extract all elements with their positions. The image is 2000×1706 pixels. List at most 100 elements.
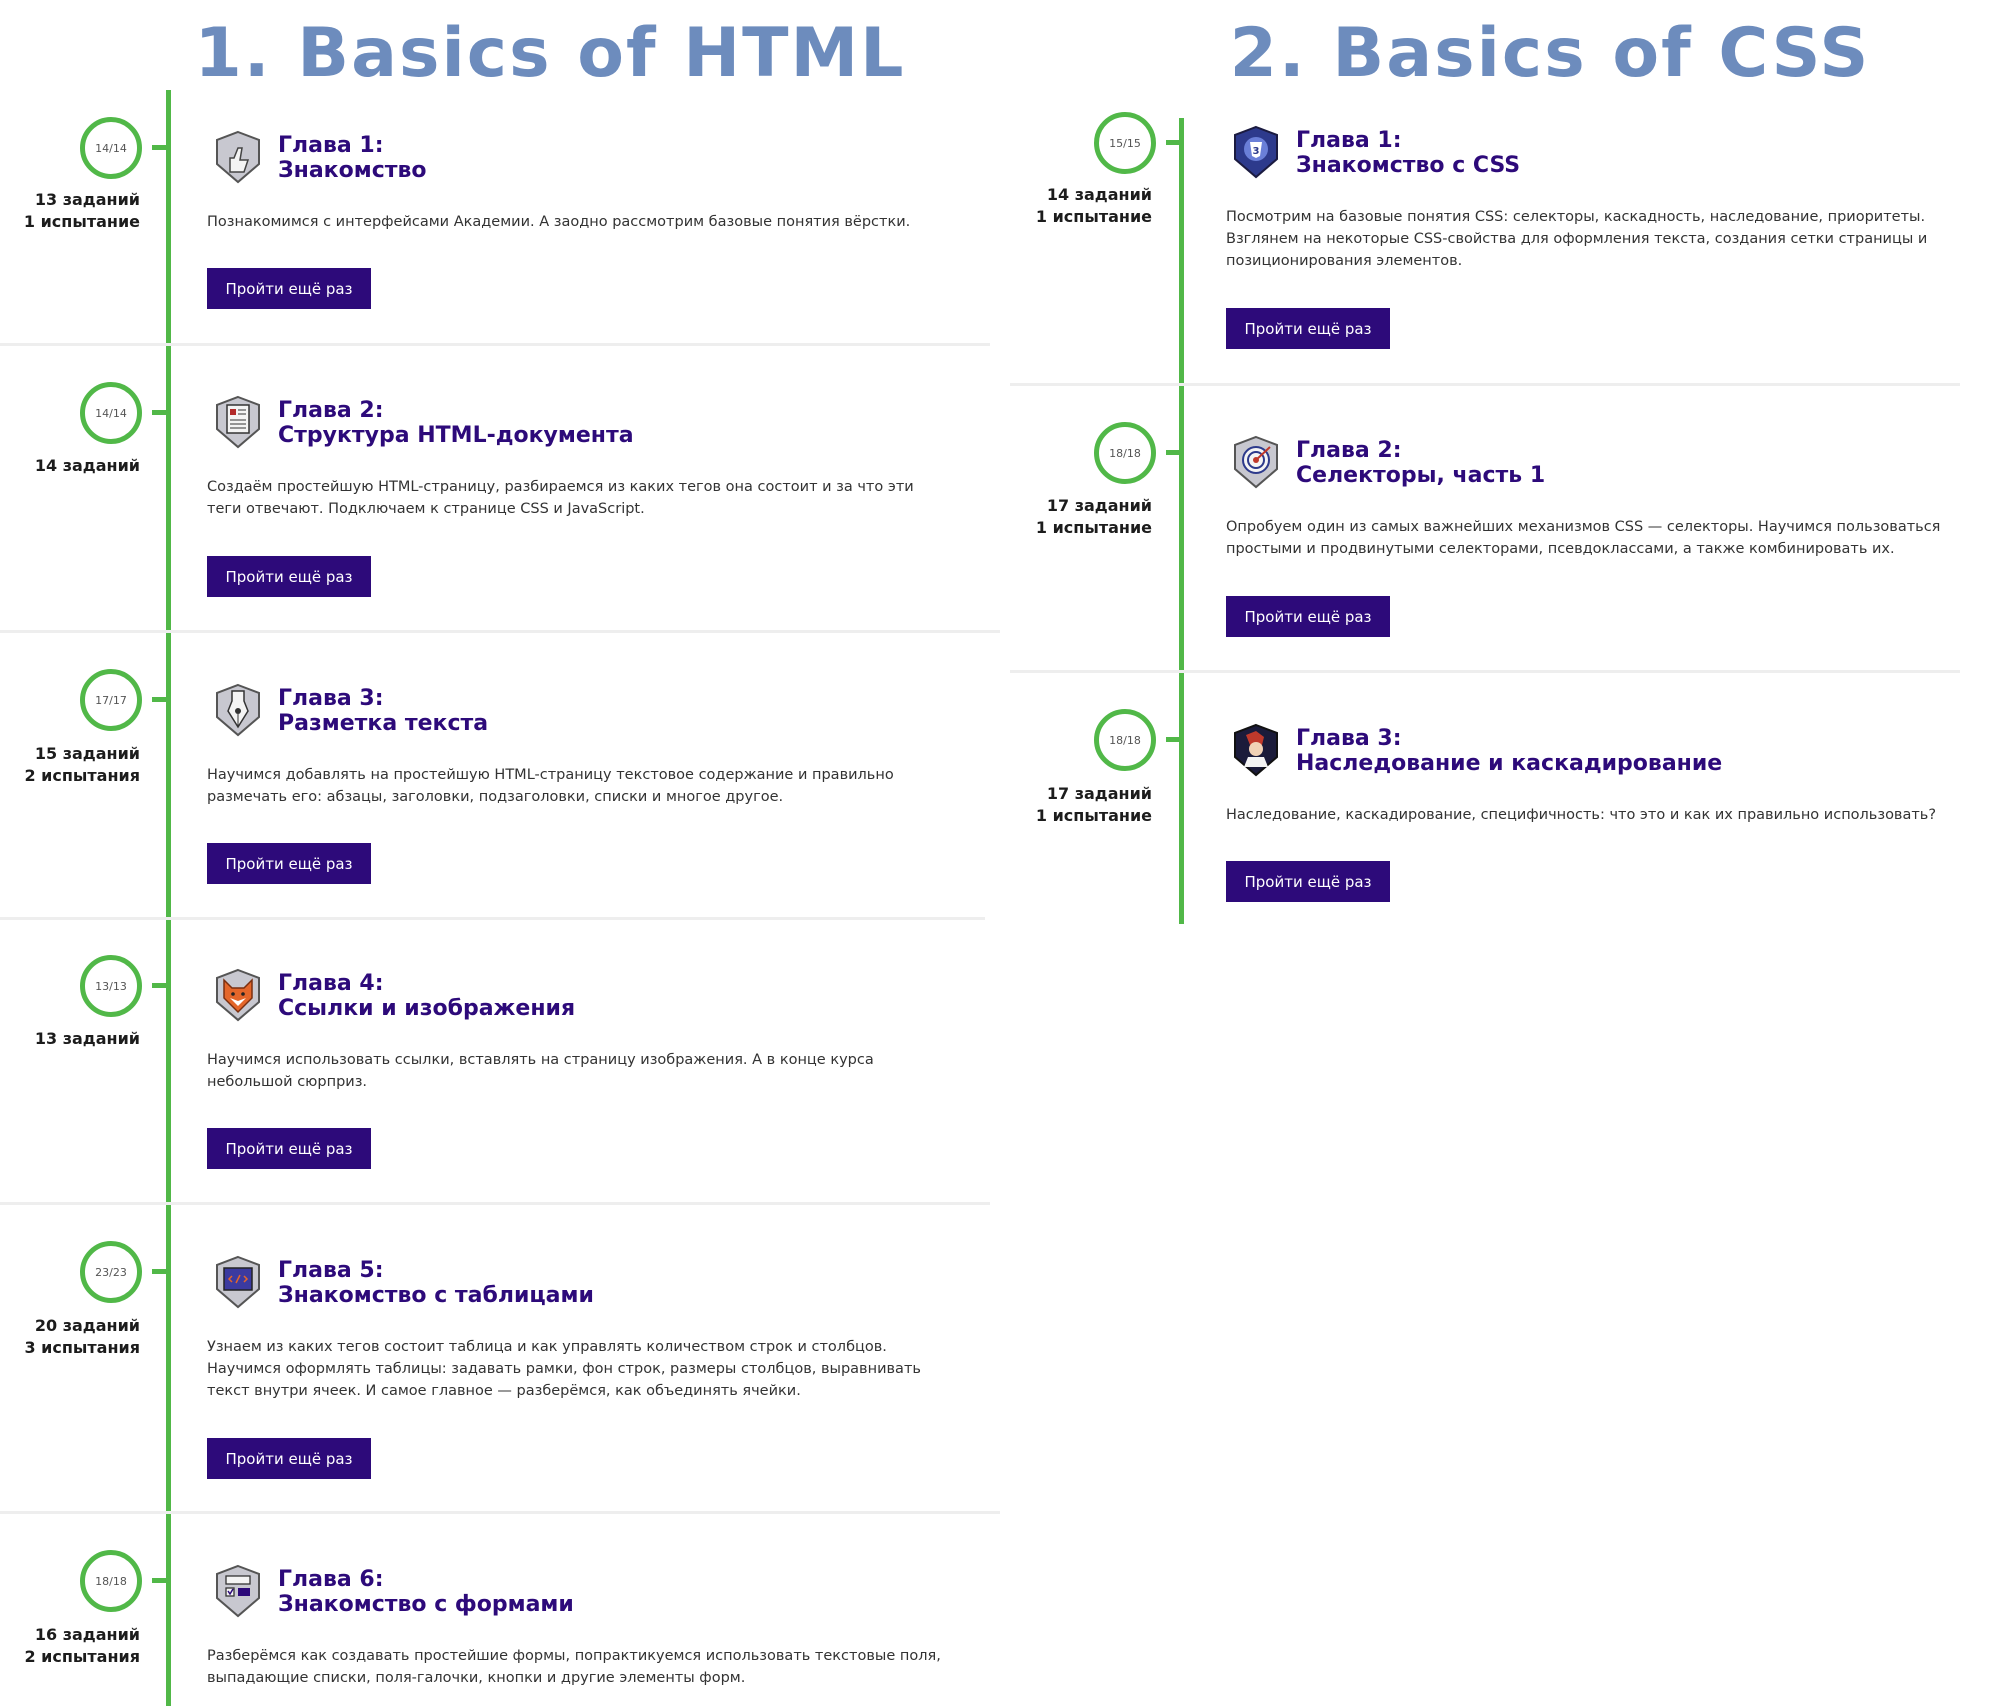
chapter-stats: 17 заданий 1 испытание	[1012, 783, 1152, 827]
trials-count: 1 испытание	[23, 212, 140, 231]
timeline-connector	[1166, 737, 1182, 742]
document-icon	[216, 395, 260, 449]
retake-chapter-button[interactable]: Пройти ещё раз	[207, 1128, 371, 1169]
chapter-description: Разберёмся как создавать простейшие форм…	[207, 1648, 941, 1686]
chapter-name: Наследование и каскадирование	[1296, 751, 1723, 776]
chapter-name: Разметка текста	[278, 711, 489, 736]
chapter-label: Глава 2:	[278, 398, 384, 423]
chapter-stats: 14 заданий 1 испытание	[1012, 184, 1152, 228]
chapter-name: Знакомство	[278, 158, 427, 183]
chapter-label: Глава 4:	[278, 971, 384, 996]
tasks-count: 20 заданий	[34, 1316, 140, 1335]
chapter-label: Глава 1:	[1296, 128, 1402, 153]
chapter-stats: 13 заданий	[0, 1028, 140, 1050]
timeline-connector	[1166, 450, 1182, 455]
timeline-connector	[152, 983, 168, 988]
css3-icon: 3	[1234, 125, 1278, 179]
retake-chapter-button[interactable]: Пройти ещё раз	[1226, 596, 1390, 637]
chapter-stats: 14 заданий	[0, 455, 140, 477]
chapter-description: Познакомимся с интерфейсами Академии. А …	[207, 214, 911, 230]
svg-text:3: 3	[1253, 146, 1260, 157]
chapter-stats: 20 заданий 3 испытания	[0, 1315, 140, 1359]
tasks-count: 14 заданий	[1046, 185, 1152, 204]
tasks-count: 16 заданий	[34, 1625, 140, 1644]
trials-count: 3 испытания	[24, 1338, 140, 1357]
form-icon	[216, 1564, 260, 1618]
progress-ring: 13/13	[80, 955, 142, 1017]
chapter-name: Селекторы, часть 1	[1296, 463, 1546, 488]
thumbs-up-icon	[216, 130, 260, 184]
progress-ring: 18/18	[1094, 422, 1156, 484]
chapter-divider	[0, 630, 1000, 633]
course-title: 2. Basics of CSS	[1229, 14, 1871, 93]
retake-chapter-button[interactable]: Пройти ещё раз	[207, 1438, 371, 1479]
portrait-icon	[1234, 723, 1278, 777]
retake-chapter-button[interactable]: Пройти ещё раз	[207, 843, 371, 884]
chapter-stats: 15 заданий 2 испытания	[0, 743, 140, 787]
progress-ring: 17/17	[80, 669, 142, 731]
tasks-count: 15 заданий	[34, 744, 140, 763]
chapter-divider	[0, 1202, 990, 1205]
chapter-stats: 17 заданий 1 испытание	[1012, 495, 1152, 539]
timeline-connector	[152, 1269, 168, 1274]
chapter-description: Посмотрим на базовые понятия CSS: селект…	[1226, 209, 1928, 269]
chapter-name: Знакомство с формами	[278, 1592, 574, 1617]
trials-count: 2 испытания	[24, 766, 140, 785]
course-html: 1. Basics of HTML 14/14 13 заданий 1 исп…	[0, 0, 1000, 1706]
chapter-description: Научимся использовать ссылки, вставлять …	[207, 1052, 874, 1090]
course-title: 1. Basics of HTML	[194, 14, 906, 93]
chapter-name: Знакомство с таблицами	[278, 1283, 594, 1308]
chapter-description: Опробуем один из самых важнейших механиз…	[1226, 519, 1941, 557]
tasks-count: 17 заданий	[1046, 496, 1152, 515]
trials-count: 1 испытание	[1035, 518, 1152, 537]
chapter-description: Научимся добавлять на простейшую HTML-ст…	[207, 767, 894, 805]
chapter-description: Узнаем из каких тегов состоит таблица и …	[207, 1339, 921, 1399]
progress-ring: 18/18	[1094, 709, 1156, 771]
chapter-divider	[1010, 383, 1960, 386]
timeline-connector	[152, 145, 168, 150]
timeline-connector	[152, 1578, 168, 1583]
progress-ring: 15/15	[1094, 112, 1156, 174]
retake-chapter-button[interactable]: Пройти ещё раз	[207, 556, 371, 597]
trials-count: 1 испытание	[1035, 806, 1152, 825]
progress-ring: 14/14	[80, 117, 142, 179]
trials-count: 1 испытание	[1035, 207, 1152, 226]
tasks-count: 13 заданий	[34, 1029, 140, 1048]
chapter-description: Создаём простейшую HTML-страницу, разбир…	[207, 479, 914, 517]
target-icon	[1234, 435, 1278, 489]
fox-icon	[216, 968, 260, 1022]
chapter-name: Знакомство с CSS	[1296, 153, 1521, 178]
timeline-line	[1179, 118, 1184, 924]
pen-nib-icon	[216, 683, 260, 737]
retake-chapter-button[interactable]: Пройти ещё раз	[1226, 861, 1390, 902]
chapter-label: Глава 6:	[278, 1567, 384, 1592]
chapter-label: Глава 2:	[1296, 438, 1402, 463]
tasks-count: 13 заданий	[34, 190, 140, 209]
tasks-count: 14 заданий	[34, 456, 140, 475]
chapter-divider	[0, 917, 985, 920]
code-screen-icon	[216, 1255, 260, 1309]
progress-ring: 14/14	[80, 382, 142, 444]
chapter-divider	[1010, 670, 1960, 673]
chapter-stats: 16 заданий 2 испытания	[0, 1624, 140, 1668]
chapter-label: Глава 3:	[278, 686, 384, 711]
chapter-stats: 13 заданий 1 испытание	[0, 189, 140, 233]
timeline-connector	[1166, 140, 1182, 145]
chapter-label: Глава 5:	[278, 1258, 384, 1283]
progress-ring: 23/23	[80, 1241, 142, 1303]
course-css: 2. Basics of CSS 15/15 14 заданий 1 испы…	[1010, 0, 2000, 930]
chapter-label: Глава 3:	[1296, 726, 1402, 751]
progress-ring: 18/18	[80, 1550, 142, 1612]
retake-chapter-button[interactable]: Пройти ещё раз	[207, 268, 371, 309]
chapter-name: Структура HTML-документа	[278, 423, 634, 448]
chapter-divider	[0, 1511, 1000, 1514]
timeline-connector	[152, 697, 168, 702]
tasks-count: 17 заданий	[1046, 784, 1152, 803]
timeline-line	[166, 90, 171, 1706]
chapter-label: Глава 1:	[278, 133, 384, 158]
timeline-connector	[152, 410, 168, 415]
chapter-name: Ссылки и изображения	[278, 996, 576, 1021]
retake-chapter-button[interactable]: Пройти ещё раз	[1226, 308, 1390, 349]
chapter-divider	[0, 343, 990, 346]
trials-count: 2 испытания	[24, 1647, 140, 1666]
